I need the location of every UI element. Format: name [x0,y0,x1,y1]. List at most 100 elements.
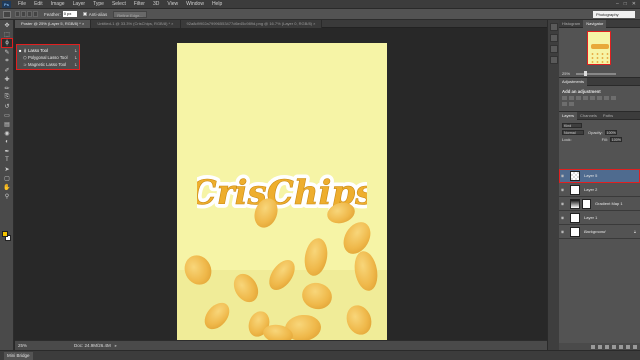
workspace-switcher[interactable]: Photography [593,10,635,18]
add-to-selection-button[interactable] [21,11,26,17]
visibility-eye-icon[interactable]: ◉ [559,187,566,192]
layer-style-icon[interactable] [598,344,602,349]
close-button[interactable]: ✕ [632,1,636,7]
opacity-input[interactable]: 100% [604,130,617,135]
refine-edge-button[interactable]: Refine Edge... [113,10,147,18]
clone-stamp-tool-icon[interactable]: ⎘ [2,93,12,101]
new-selection-button[interactable] [15,11,20,17]
tool-preset-picker[interactable] [3,10,11,18]
feather-input[interactable]: 0 px [62,11,77,17]
menu-image[interactable]: Image [47,1,69,7]
zoom-tool-icon[interactable]: ⚲ [2,192,12,200]
visibility-eye-icon[interactable]: ◉ [559,201,566,206]
dodge-tool-icon[interactable]: ◐ [2,138,12,146]
brightness-contrast-icon[interactable] [562,96,567,100]
slider-knob[interactable] [584,71,588,76]
menu-file[interactable]: File [14,1,30,7]
menu-type[interactable]: Type [89,1,108,7]
black-white-icon[interactable] [611,96,616,100]
tab-png-file[interactable]: 92a8d9902a79996553477d6e45c989d.png @ 16… [180,20,323,28]
document-canvas[interactable]: CrisChips CrisChips [177,43,387,340]
type-tool-icon[interactable]: T [2,156,12,164]
quick-select-tool-icon[interactable]: ✎ [2,48,12,56]
layer-row-gradient-map-1[interactable]: ◉ Gradient Map 1 [559,197,640,211]
channel-mixer-icon[interactable] [569,102,574,106]
tab-paths[interactable]: Paths [600,112,616,120]
maximize-button[interactable]: □ [624,1,627,7]
layer-mask-thumbnail[interactable] [582,198,591,209]
shape-tool-icon[interactable]: ▢ [2,174,12,182]
path-select-tool-icon[interactable]: ➤ [2,165,12,173]
new-adjustment-icon[interactable] [612,344,616,349]
delete-layer-icon[interactable] [633,344,637,349]
tab-poster[interactable]: Poster @ 25% (Layer 5, RGB/8) * × [15,20,92,28]
link-layers-icon[interactable] [591,344,595,349]
history-brush-tool-icon[interactable]: ↺ [2,102,12,110]
marquee-tool-icon[interactable]: ⬚ [2,30,12,38]
new-group-icon[interactable] [619,344,623,349]
intersect-selection-button[interactable] [33,11,38,17]
layer-filter-select[interactable]: Kind [562,123,582,128]
menu-window[interactable]: Window [182,1,208,7]
navigator-zoom-slider[interactable] [576,71,617,76]
menu-edit[interactable]: Edit [30,1,47,7]
gradient-tool-icon[interactable]: ▤ [2,120,12,128]
flyout-magnetic-lasso-tool[interactable]: ⊃ Magnetic Lasso Tool L [19,61,77,68]
fill-input[interactable]: 100% [609,137,622,142]
layer-row-layer-1[interactable]: ◉ Layer 1 [559,211,640,225]
mini-bridge-tab[interactable]: Mini Bridge [4,352,33,360]
history-panel-icon[interactable] [550,23,558,31]
tab-channels[interactable]: Channels [577,112,600,120]
navigator-thumbnail[interactable] [587,31,611,65]
curves-icon[interactable] [576,96,581,100]
navigator-zoom-value[interactable]: 25% [562,71,570,76]
healing-tool-icon[interactable]: ✚ [2,75,12,83]
color-balance-icon[interactable] [604,96,609,100]
visibility-eye-icon[interactable]: ◉ [559,215,566,220]
flyout-polygonal-lasso-tool[interactable]: ⬠ Polygonal Lasso Tool L [19,54,77,61]
hue-saturation-icon[interactable] [597,96,602,100]
levels-icon[interactable] [569,96,574,100]
subtract-from-selection-button[interactable] [27,11,32,17]
menu-select[interactable]: Select [108,1,130,7]
zoom-level[interactable]: 25% [18,343,34,348]
tab-layers[interactable]: Layers [559,112,578,120]
add-mask-icon[interactable] [605,344,609,349]
status-menu-arrow-icon[interactable]: ▸ [115,343,117,349]
vibrance-icon[interactable] [590,96,595,100]
eyedropper-tool-icon[interactable]: ✐ [2,66,12,74]
flyout-lasso-tool[interactable]: ■ ϕ Lasso Tool L [19,47,77,54]
character-panel-icon[interactable] [550,56,558,64]
tab-navigator[interactable]: Navigator [583,20,607,28]
layer-row-background[interactable]: ◉ Background 🔒︎ [559,225,640,239]
move-tool-icon[interactable]: ✥ [2,21,12,29]
menu-3d[interactable]: 3D [149,1,163,7]
visibility-eye-icon[interactable]: ◉ [559,173,566,178]
tab-untitled-1[interactable]: Untitled-1 @ 33.3% (CrisChips, RGB/8) * … [91,20,181,28]
menu-help[interactable]: Help [208,1,226,7]
layer-row-layer-5[interactable]: ◉ Layer 5 [559,169,640,183]
hand-tool-icon[interactable]: ✋ [2,183,12,191]
tab-adjustments[interactable]: Adjustments [559,78,588,86]
brush-tool-icon[interactable]: ✏ [2,84,12,92]
properties-panel-icon[interactable] [550,45,558,53]
minimize-button[interactable]: – [616,1,619,7]
menu-filter[interactable]: Filter [130,1,149,7]
menu-view[interactable]: View [163,1,182,7]
exposure-icon[interactable] [583,96,588,100]
foreground-color-swatch[interactable] [2,231,8,237]
tab-histogram[interactable]: Histogram [559,20,583,28]
actions-panel-icon[interactable] [550,34,558,42]
visibility-eye-icon[interactable]: ◉ [559,229,566,234]
lasso-tool-icon[interactable]: ϕ [1,38,13,48]
new-layer-icon[interactable] [626,344,630,349]
navigator-preview[interactable] [559,28,640,70]
crop-tool-icon[interactable]: ⌗ [2,57,12,65]
canvas-area[interactable]: CrisChips CrisChips [15,28,547,340]
blur-tool-icon[interactable]: ◉ [2,129,12,137]
photo-filter-icon[interactable] [562,102,567,106]
eraser-tool-icon[interactable]: ▭ [2,111,12,119]
menu-layer[interactable]: Layer [69,1,90,7]
blend-mode-select[interactable]: Normal [562,130,584,135]
antialias-checkbox[interactable] [82,12,87,16]
